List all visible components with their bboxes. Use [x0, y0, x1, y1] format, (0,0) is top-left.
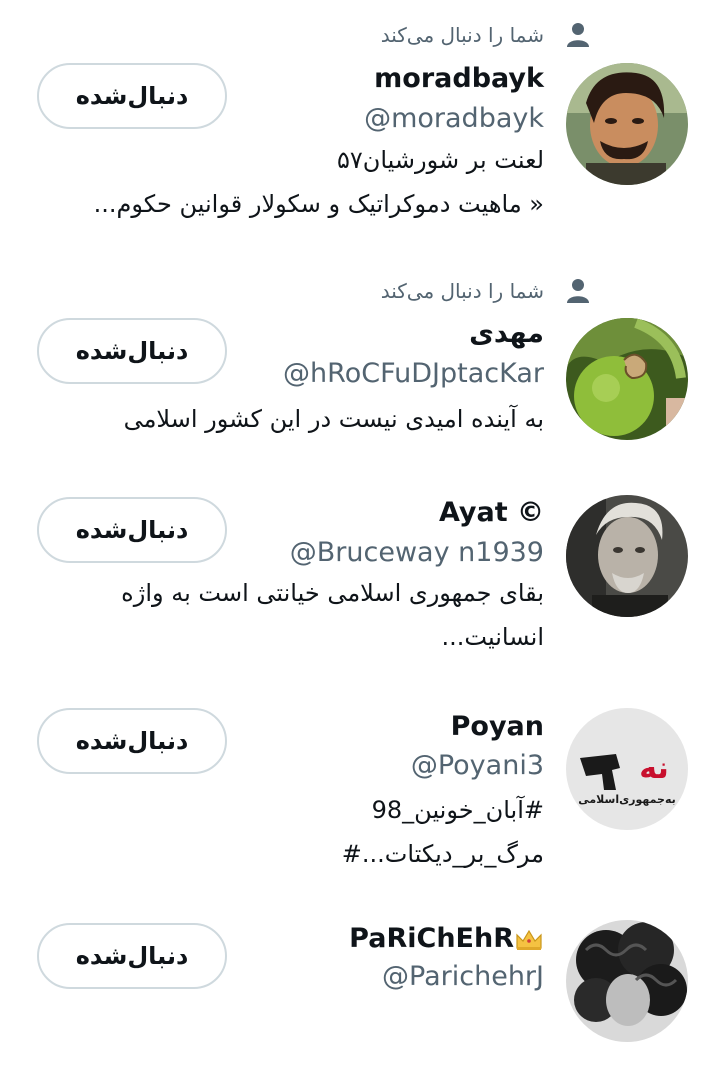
bio-line: #آبان_خونین_98: [371, 796, 544, 824]
person-icon: [567, 279, 589, 303]
bio-line: به آینده امیدی نیست در این کشور اسلامی: [123, 405, 544, 433]
bio-line: مرگ_بر_دیکتات...#: [341, 840, 544, 868]
following-button[interactable]: دنبال‌شده: [37, 63, 227, 129]
user-display-name[interactable]: Ayat ©: [439, 497, 544, 528]
follows-you-label: شما را دنبال می‌کند: [380, 23, 544, 47]
user-display-name[interactable]: moradbayk: [374, 63, 544, 94]
user-display-name[interactable]: PaRiChEhR: [349, 923, 544, 954]
user-handle[interactable]: @ParichehrJ: [382, 961, 544, 992]
user-bio: لعنت بر شورشیان۵۷ « ماهیت دموکراتیک و سک…: [44, 138, 544, 226]
avatar[interactable]: [566, 920, 688, 1042]
user-display-name-text: PaRiChEhR: [349, 923, 514, 954]
following-button[interactable]: دنبال‌شده: [37, 923, 227, 989]
follows-you-label: شما را دنبال می‌کند: [380, 279, 544, 303]
following-button[interactable]: دنبال‌شده: [37, 318, 227, 384]
user-handle[interactable]: @hRoCFuDJptacKar: [283, 358, 544, 389]
user-bio: به آینده امیدی نیست در این کشور اسلامی: [44, 397, 544, 441]
user-row[interactable]: PaRiChEhR @ParichehrJ دنبال‌شده: [0, 920, 720, 1070]
avatar[interactable]: [566, 63, 688, 185]
following-button[interactable]: دنبال‌شده: [37, 497, 227, 563]
user-display-name[interactable]: Poyan: [451, 711, 544, 742]
logo-subtext: به‌جمهوری‌اسلامی: [578, 793, 676, 806]
bio-line: انسانیت...: [441, 623, 544, 651]
bio-line: « ماهیت دموکراتیک و سکولار قوانین حکوم..…: [93, 190, 544, 218]
user-bio: بقای جمهوری اسلامی خیانتی است به واژه ان…: [44, 571, 544, 659]
user-handle[interactable]: @Poyani3: [411, 750, 544, 781]
avatar[interactable]: [566, 495, 688, 617]
user-bio: #آبان_خونین_98 مرگ_بر_دیکتات...#: [44, 788, 544, 876]
logo-text: نه: [639, 751, 668, 786]
avatar[interactable]: نه به‌جمهوری‌اسلامی: [566, 708, 688, 830]
user-row[interactable]: شما را دنبال می‌کند moradbayk @moradbayk…: [0, 0, 720, 250]
user-handle[interactable]: @Bruceway n1939: [290, 537, 544, 568]
user-handle[interactable]: @moradbayk: [364, 103, 544, 134]
person-icon: [567, 23, 589, 47]
user-row[interactable]: Ayat © @Bruceway n1939 بقای جمهوری اسلام…: [0, 495, 720, 685]
avatar[interactable]: [566, 318, 688, 440]
user-row[interactable]: شما را دنبال می‌کند مهدی @hRoCFuDJptacKa…: [0, 255, 720, 475]
bio-line: بقای جمهوری اسلامی خیانتی است به واژه: [121, 579, 544, 607]
following-button[interactable]: دنبال‌شده: [37, 708, 227, 774]
crown-icon: [516, 929, 542, 950]
user-row[interactable]: نه به‌جمهوری‌اسلامی Poyan @Poyani3 #آبان…: [0, 708, 720, 903]
bio-line: لعنت بر شورشیان۵۷: [336, 146, 544, 174]
user-display-name[interactable]: مهدی: [469, 318, 544, 349]
